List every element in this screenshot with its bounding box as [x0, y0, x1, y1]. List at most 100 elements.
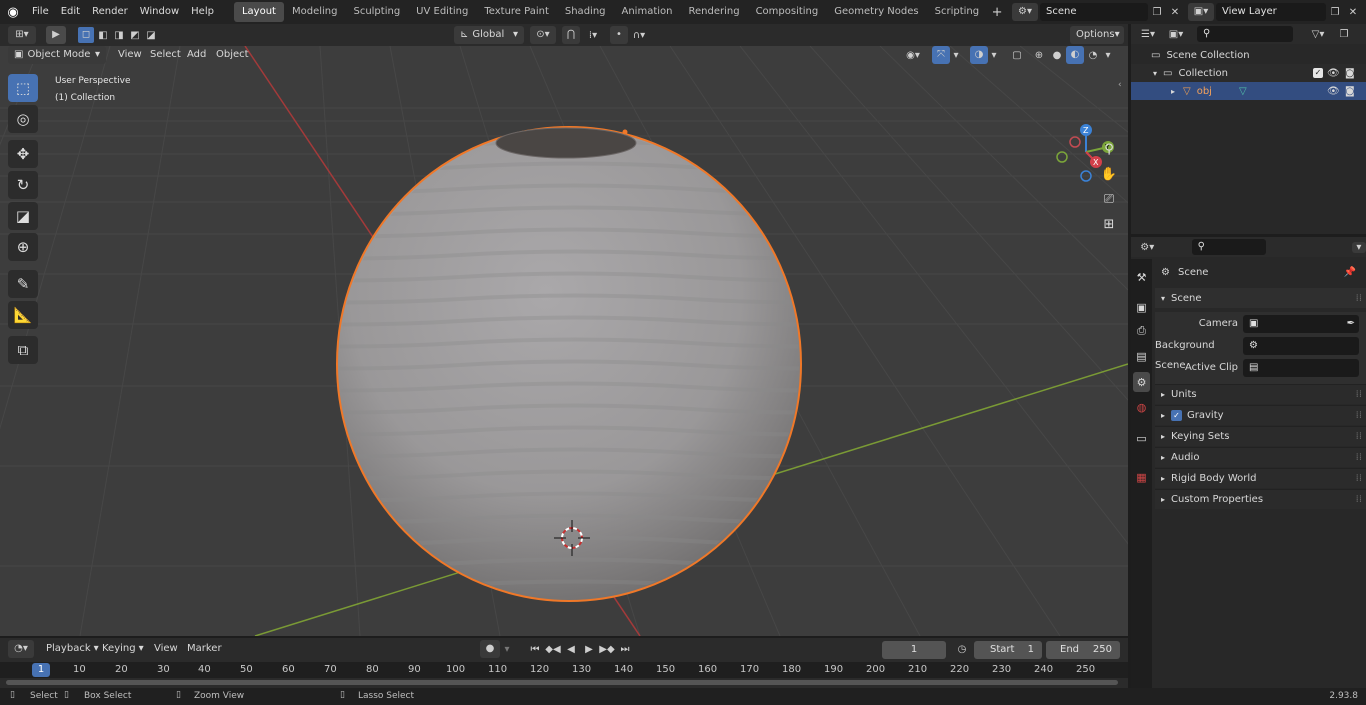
world-tab-icon[interactable]: ◍ — [1133, 397, 1150, 417]
menu-add[interactable]: Add — [181, 46, 212, 64]
playhead[interactable]: 1 — [32, 663, 50, 677]
timeline-scrollbar[interactable] — [6, 680, 1118, 685]
collection-tab-icon[interactable]: ▭ — [1133, 428, 1150, 448]
snap-icon[interactable]: ⋂ — [562, 26, 580, 44]
outliner-search-input[interactable]: ⚲ — [1197, 26, 1293, 42]
preview-range-icon[interactable]: ◷ — [954, 641, 970, 659]
menu-keying[interactable]: Keying ▾ — [96, 640, 150, 658]
display-mode-icon[interactable]: ▣▾ — [1163, 29, 1189, 40]
tab-shading[interactable]: Shading — [557, 2, 614, 22]
copy-view-layer-icon[interactable]: ❐ — [1326, 7, 1344, 18]
eyedropper-icon[interactable]: ✒ — [1347, 315, 1355, 333]
gravity-checkbox[interactable]: ✓ — [1171, 410, 1183, 421]
timeline-editor-type-icon[interactable]: ◔▾ — [8, 640, 34, 658]
play-icon[interactable]: ▶ — [580, 644, 598, 655]
outliner-row-scene-collection[interactable]: ▭ Scene Collection — [1131, 46, 1366, 64]
add-workspace-icon[interactable]: + — [987, 5, 1007, 20]
tab-scripting[interactable]: Scripting — [927, 2, 987, 22]
panel-custom-properties[interactable]: ▸ Custom Properties ⁞⁞ — [1155, 489, 1366, 509]
xray-icon[interactable]: ▢ — [1008, 50, 1026, 61]
background-scene-field[interactable]: ⚙ — [1243, 337, 1359, 355]
shading-dropdown-icon[interactable]: ▾ — [1102, 50, 1114, 61]
tab-texture-paint[interactable]: Texture Paint — [476, 2, 557, 22]
filter-icon[interactable]: ▽▾ — [1305, 29, 1331, 40]
select-new-icon[interactable]: ◻ — [78, 27, 94, 43]
solid-shading-icon[interactable]: ● — [1048, 50, 1066, 61]
drag-handle-icon[interactable]: ⁞⁞ — [1356, 389, 1362, 400]
menu-view[interactable]: View — [112, 46, 148, 64]
tool-tab-icon[interactable]: ⚒ — [1133, 267, 1150, 287]
select-invert-icon[interactable]: ◩ — [127, 30, 143, 41]
gizmo-dropdown-icon[interactable]: ▾ — [950, 50, 962, 61]
visibility-icon[interactable]: ◉▾ — [900, 50, 926, 61]
tab-animation[interactable]: Animation — [614, 2, 681, 22]
close-view-layer-icon[interactable]: ✕ — [1344, 7, 1362, 18]
proportional-editing-icon[interactable]: • — [610, 26, 628, 44]
add-cube-tool[interactable]: ⧉ — [8, 336, 38, 364]
zoom-icon[interactable]: ⚲ — [1098, 142, 1120, 164]
3d-viewport[interactable]: Z Y X User Perspective (1) Collection ⬚ … — [0, 46, 1128, 636]
pivot-point-icon[interactable]: ⊙▾ — [530, 26, 556, 44]
menu-help[interactable]: Help — [185, 0, 220, 24]
select-box-tool[interactable]: ⬚ — [8, 74, 38, 102]
tab-compositing[interactable]: Compositing — [748, 2, 827, 22]
next-keyframe-icon[interactable]: ▶◆ — [598, 644, 616, 655]
drag-handle-icon[interactable]: ⁞⁞ — [1356, 473, 1362, 484]
copy-scene-icon[interactable]: ❐ — [1148, 7, 1166, 18]
exclude-checkbox[interactable]: ✓ — [1313, 68, 1323, 78]
view-layer-icon[interactable]: ▣▾ — [1188, 3, 1214, 21]
panel-gravity[interactable]: ▸ ✓ Gravity ⁞⁞ — [1155, 405, 1366, 425]
gizmo-toggle-icon[interactable]: ⤧ — [932, 46, 950, 64]
outliner-editor-type-icon[interactable]: ☰▾ — [1135, 29, 1161, 40]
panel-keying-sets[interactable]: ▸ Keying Sets ⁞⁞ — [1155, 426, 1366, 446]
sidebar-toggle-icon[interactable]: ‹ — [1118, 80, 1122, 90]
close-scene-icon[interactable]: ✕ — [1166, 7, 1184, 18]
play-reverse-icon[interactable]: ◀ — [562, 644, 580, 655]
menu-edit[interactable]: Edit — [55, 0, 86, 24]
rotate-tool[interactable]: ↻ — [8, 171, 38, 199]
jump-start-icon[interactable]: ⏮ — [526, 644, 544, 655]
ortho-grid-icon[interactable]: ⊞ — [1098, 217, 1120, 239]
properties-editor-type-icon[interactable]: ⚙▾ — [1137, 242, 1158, 253]
prev-keyframe-icon[interactable]: ◆◀ — [544, 644, 562, 655]
drag-handle-icon[interactable]: ⁞⁞ — [1356, 410, 1362, 421]
select-tool-icon[interactable]: ▶ — [46, 26, 66, 44]
menu-timeline-view[interactable]: View — [148, 640, 184, 658]
camera-render-icon[interactable]: ◙ — [1345, 68, 1355, 79]
viewport-scene[interactable]: Z Y X — [0, 46, 1128, 636]
start-frame-field[interactable]: Start 1 — [974, 641, 1042, 659]
outliner-row-obj[interactable]: ▸ ▽ obj ▽ 👁 ◙ — [1131, 82, 1366, 100]
eye-icon[interactable]: 👁 — [1327, 68, 1340, 79]
pan-hand-icon[interactable]: ✋ — [1098, 167, 1120, 189]
view-layer-field[interactable]: View Layer — [1216, 3, 1326, 21]
record-icon[interactable]: ● — [480, 640, 500, 658]
menu-window[interactable]: Window — [134, 0, 185, 24]
options-button[interactable]: Options ▾ — [1070, 26, 1124, 44]
tab-geometry-nodes[interactable]: Geometry Nodes — [826, 2, 926, 22]
wireframe-shading-icon[interactable]: ⊕ — [1030, 50, 1048, 61]
eye-icon[interactable]: 👁 — [1327, 86, 1340, 97]
drag-handle-icon[interactable]: ⁞⁞ — [1356, 452, 1362, 463]
tab-layout[interactable]: Layout — [233, 2, 284, 22]
frame-ruler[interactable]: 1 10 20 30 40 50 60 70 80 90 100 110 120… — [0, 662, 1128, 678]
scene-icon[interactable]: ⚙▾ — [1012, 3, 1038, 21]
current-frame-field[interactable]: 1 — [882, 641, 946, 659]
auto-key-dropdown-icon[interactable]: ▾ — [500, 644, 514, 655]
menu-object[interactable]: Object — [210, 46, 255, 64]
camera-view-icon[interactable]: ⎚ — [1098, 192, 1120, 214]
scene-panel-header[interactable]: ▾ Scene ⁞⁞ — [1155, 288, 1366, 308]
overlays-dropdown-icon[interactable]: ▾ — [988, 50, 1000, 61]
select-extend-icon[interactable]: ◧ — [95, 30, 111, 41]
tab-uv-editing[interactable]: UV Editing — [408, 2, 476, 22]
select-subtract-icon[interactable]: ◨ — [111, 30, 127, 41]
scene-field[interactable]: Scene — [1040, 3, 1148, 21]
panel-units[interactable]: ▸ Units ⁞⁞ — [1155, 384, 1366, 404]
pin-icon[interactable]: 📌 — [1344, 267, 1356, 278]
output-tab-icon[interactable]: ⎙ — [1133, 321, 1150, 341]
expand-arrow-icon[interactable]: ▸ — [1171, 87, 1175, 96]
properties-search-input[interactable]: ⚲ — [1191, 239, 1266, 255]
drag-handle-icon[interactable]: ⁞⁞ — [1356, 293, 1362, 304]
texture-tab-icon[interactable]: ▦ — [1133, 467, 1150, 487]
menu-marker[interactable]: Marker — [181, 640, 228, 658]
move-tool[interactable]: ✥ — [8, 140, 38, 168]
